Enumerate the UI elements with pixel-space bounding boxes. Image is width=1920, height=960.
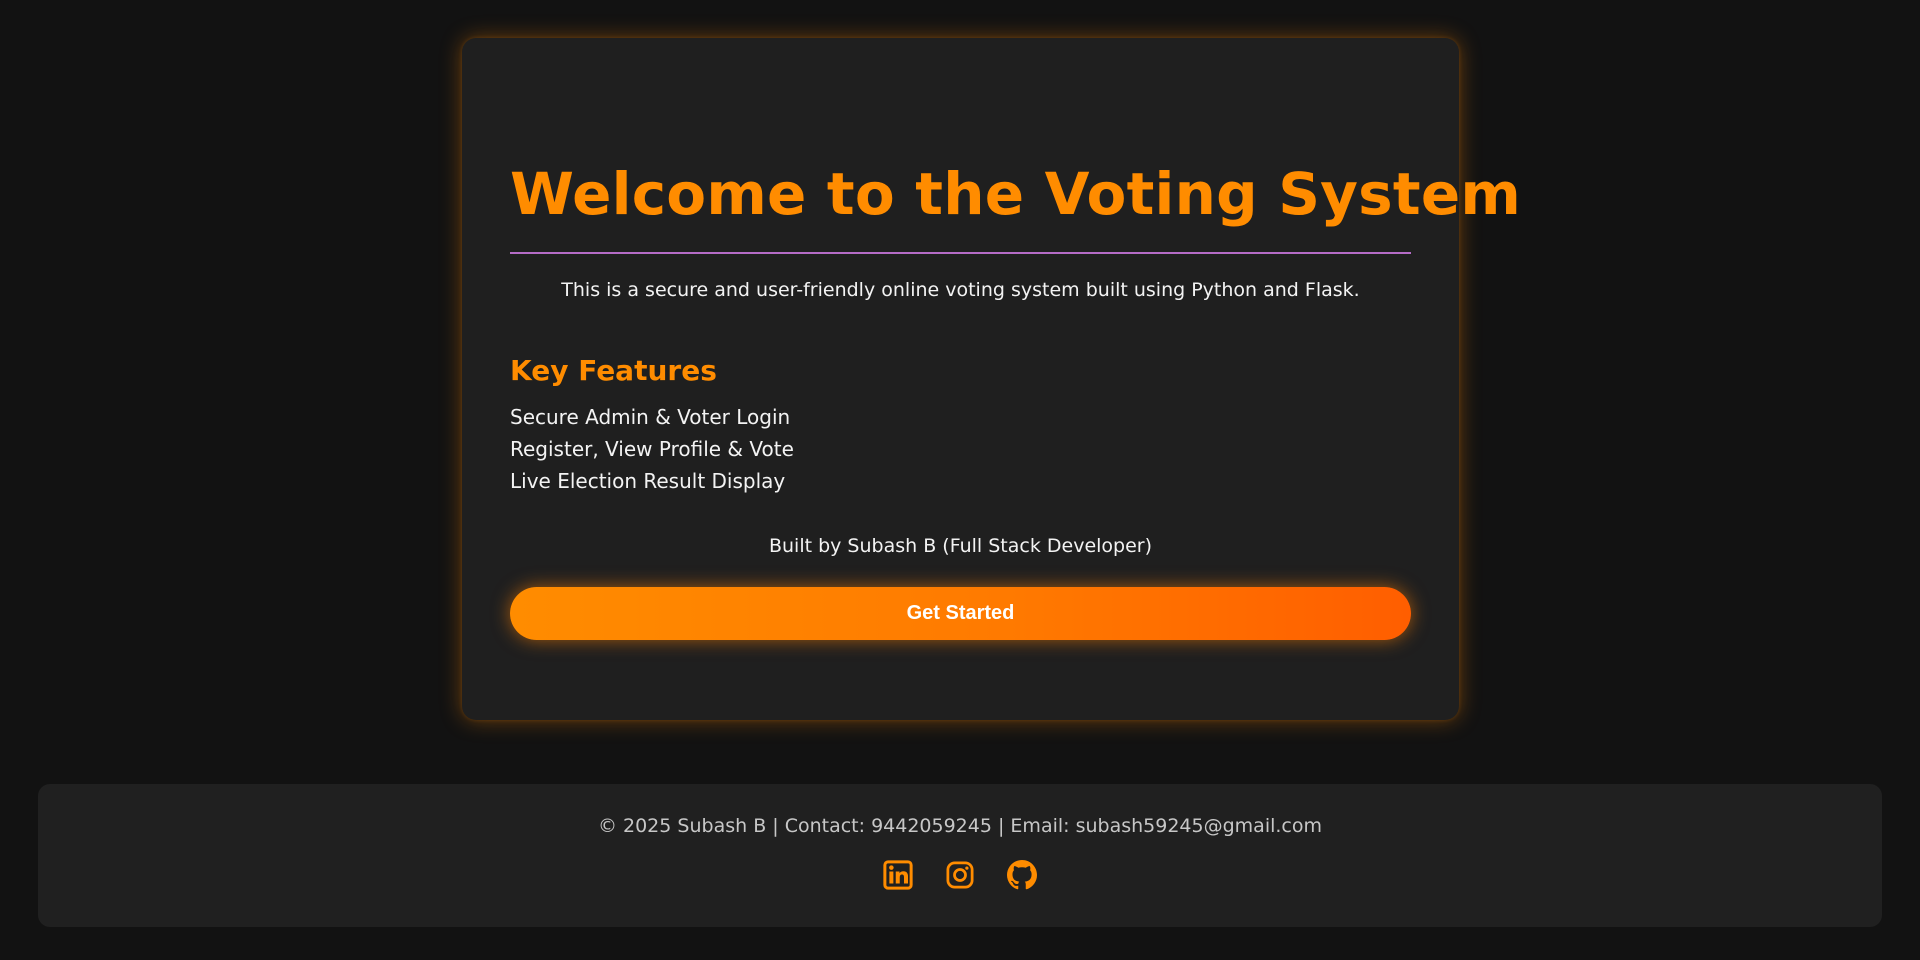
linkedin-icon — [883, 860, 913, 890]
footer-contact-text: © 2025 Subash B | Contact: 9442059245 | … — [597, 815, 1323, 837]
feature-item-login: Secure Admin & Voter Login — [510, 405, 791, 429]
features-list: Secure Admin & Voter Login Register, Vie… — [510, 401, 1411, 497]
welcome-card: Welcome to the Voting System This is a s… — [462, 38, 1521, 720]
instagram-link[interactable] — [945, 860, 975, 890]
get-started-button[interactable]: Get Started — [510, 587, 1411, 640]
instagram-icon — [946, 861, 974, 889]
title-divider — [510, 252, 1411, 254]
github-link[interactable] — [1007, 860, 1037, 890]
feature-item-register: Register, View Profile & Vote — [510, 437, 794, 461]
features-heading: Key Features — [510, 354, 717, 387]
page-footer: © 2025 Subash B | Contact: 9442059245 | … — [38, 784, 1882, 927]
page-title: Welcome to the Voting System — [510, 160, 1521, 228]
intro-text: This is a secure and user-friendly onlin… — [561, 279, 1360, 301]
linkedin-link[interactable] — [883, 860, 913, 890]
social-links — [38, 860, 1882, 890]
built-by-text: Built by Subash B (Full Stack Developer) — [768, 535, 1153, 557]
feature-item-results: Live Election Result Display — [510, 469, 786, 493]
github-icon — [1007, 860, 1037, 890]
